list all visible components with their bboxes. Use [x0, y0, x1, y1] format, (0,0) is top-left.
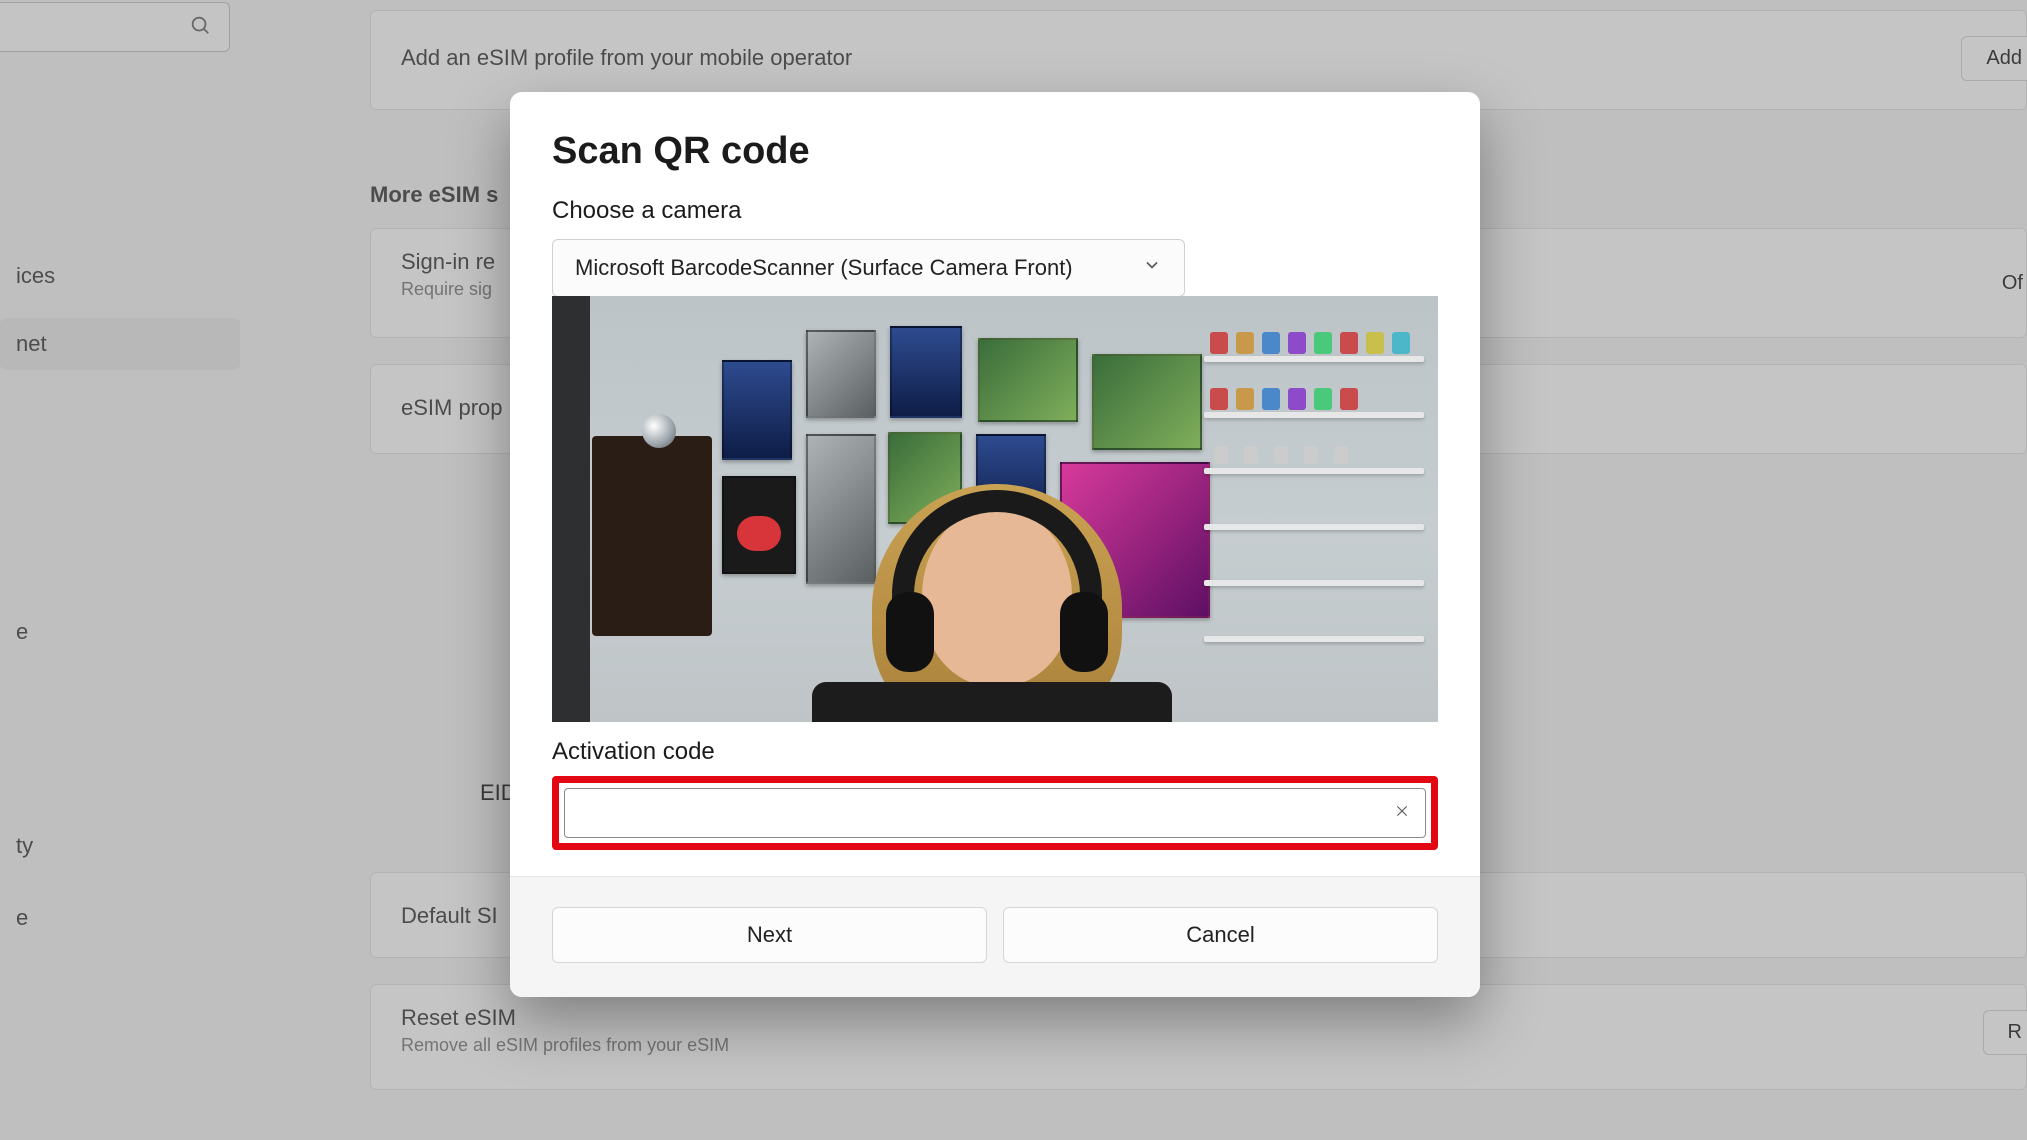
- camera-select[interactable]: Microsoft BarcodeScanner (Surface Camera…: [552, 239, 1185, 297]
- dialog-body: Scan QR code Choose a camera Microsoft B…: [510, 92, 1480, 876]
- activation-code-field-wrap: [564, 788, 1426, 838]
- activation-code-highlight: [552, 776, 1438, 850]
- activation-code-label: Activation code: [552, 738, 1438, 766]
- camera-selected-value: Microsoft BarcodeScanner (Surface Camera…: [575, 255, 1073, 281]
- next-button-label: Next: [747, 922, 792, 947]
- clear-input-button[interactable]: [1379, 790, 1425, 836]
- next-button[interactable]: Next: [552, 907, 987, 963]
- dialog-title: Scan QR code: [552, 130, 1438, 173]
- dialog-footer: Next Cancel: [510, 876, 1480, 997]
- scan-qr-dialog: Scan QR code Choose a camera Microsoft B…: [510, 92, 1480, 997]
- camera-preview: [552, 296, 1438, 722]
- activation-code-input[interactable]: [565, 789, 1379, 837]
- cancel-button[interactable]: Cancel: [1003, 907, 1438, 963]
- cancel-button-label: Cancel: [1186, 922, 1254, 947]
- chevron-down-icon: [1142, 255, 1162, 281]
- camera-label: Choose a camera: [552, 197, 1438, 225]
- close-icon: [1394, 802, 1410, 825]
